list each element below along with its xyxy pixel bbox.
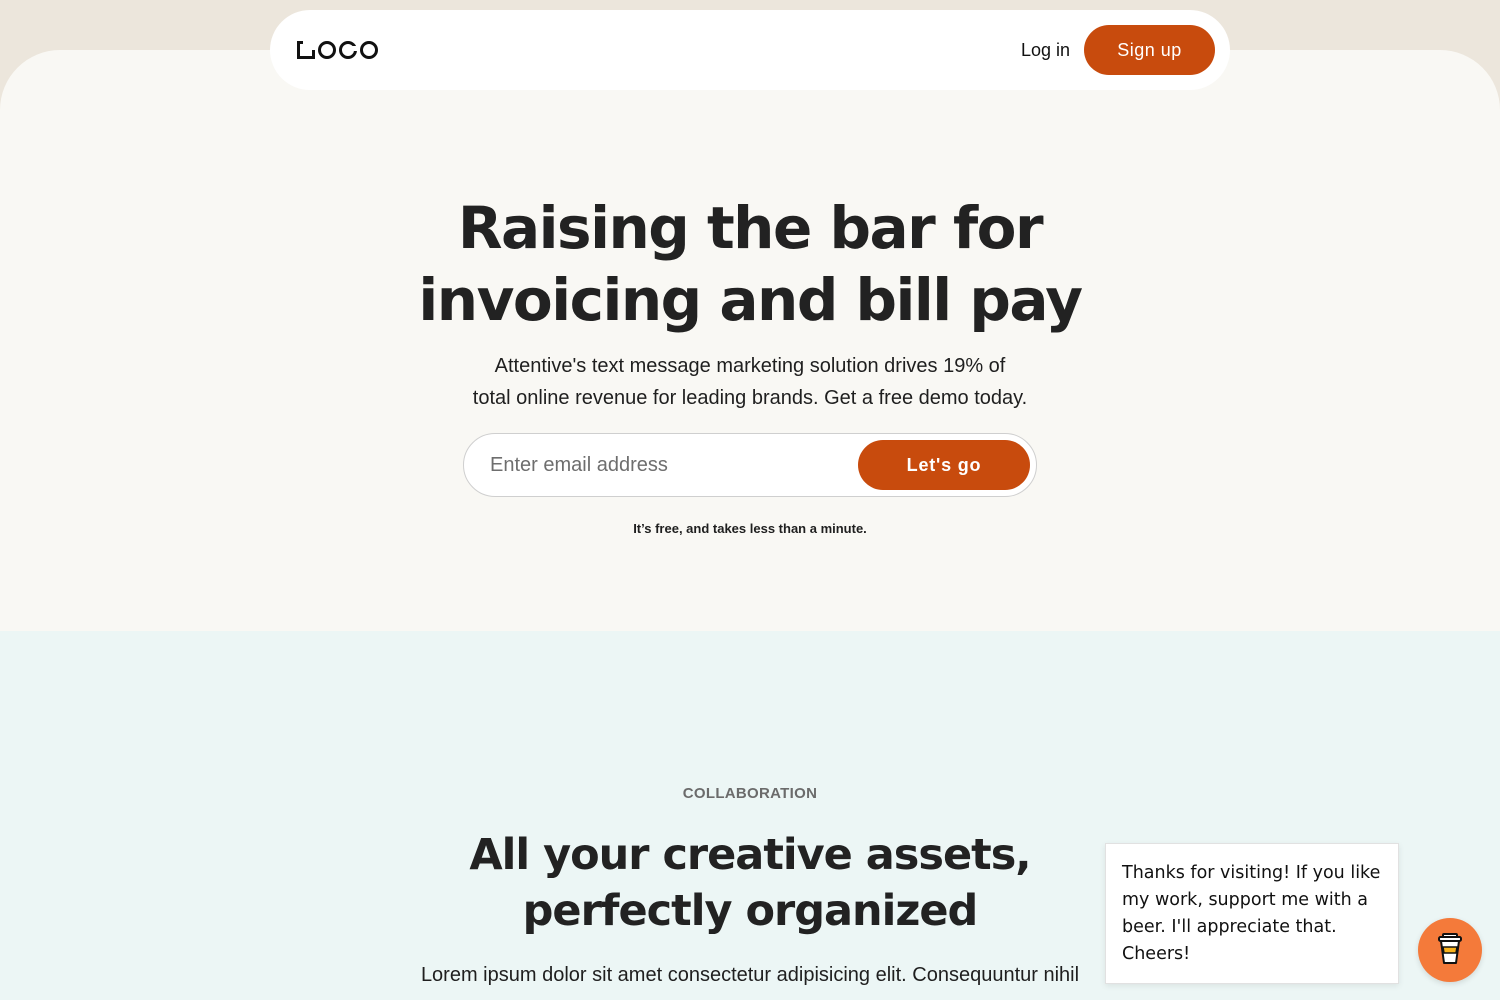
logo-letter-g	[339, 41, 357, 59]
collaboration-title-line-1: All your creative assets,	[469, 830, 1031, 880]
lets-go-button[interactable]: Let's go	[858, 440, 1030, 490]
tip-card: Thanks for visiting! If you like my work…	[1105, 843, 1399, 984]
navbar: Log in Sign up	[270, 10, 1230, 90]
hero-subtitle-line-2: total online revenue for leading brands.…	[472, 387, 1028, 409]
email-signup-form: Let's go	[463, 433, 1037, 497]
nav-actions: Log in Sign up	[1021, 25, 1215, 75]
beer-cup-icon	[1435, 932, 1465, 969]
hero-subtitle: Attentive's text message marketing solut…	[450, 350, 1050, 414]
hero-note: It’s free, and takes less than a minute.	[633, 521, 867, 536]
hero-section	[0, 50, 1500, 631]
collaboration-eyebrow: COLLABORATION	[682, 785, 818, 802]
email-input[interactable]	[490, 444, 850, 486]
hero-title-line-1: Raising the bar for	[457, 194, 1044, 262]
hero-title-line-2: invoicing and bill pay	[418, 266, 1083, 334]
hero-subtitle-line-1: Attentive's text message marketing solut…	[494, 355, 1006, 377]
signup-button[interactable]: Sign up	[1084, 25, 1215, 75]
collaboration-body: Lorem ipsum dolor sit amet consectetur a…	[420, 964, 1080, 986]
logo-letter-o-2	[360, 41, 378, 59]
logo-letter-l	[297, 41, 315, 59]
collaboration-title-line-2: perfectly organized	[522, 886, 979, 936]
logo[interactable]	[297, 39, 378, 61]
tip-text: Thanks for visiting! If you like my work…	[1122, 863, 1381, 964]
login-link[interactable]: Log in	[1021, 40, 1070, 61]
logo-letter-o	[318, 41, 336, 59]
beer-button[interactable]	[1418, 918, 1482, 982]
hero-title: Raising the bar for invoicing and bill p…	[0, 192, 1500, 336]
landing-page: Log in Sign up Raising the bar for invoi…	[0, 0, 1500, 1000]
